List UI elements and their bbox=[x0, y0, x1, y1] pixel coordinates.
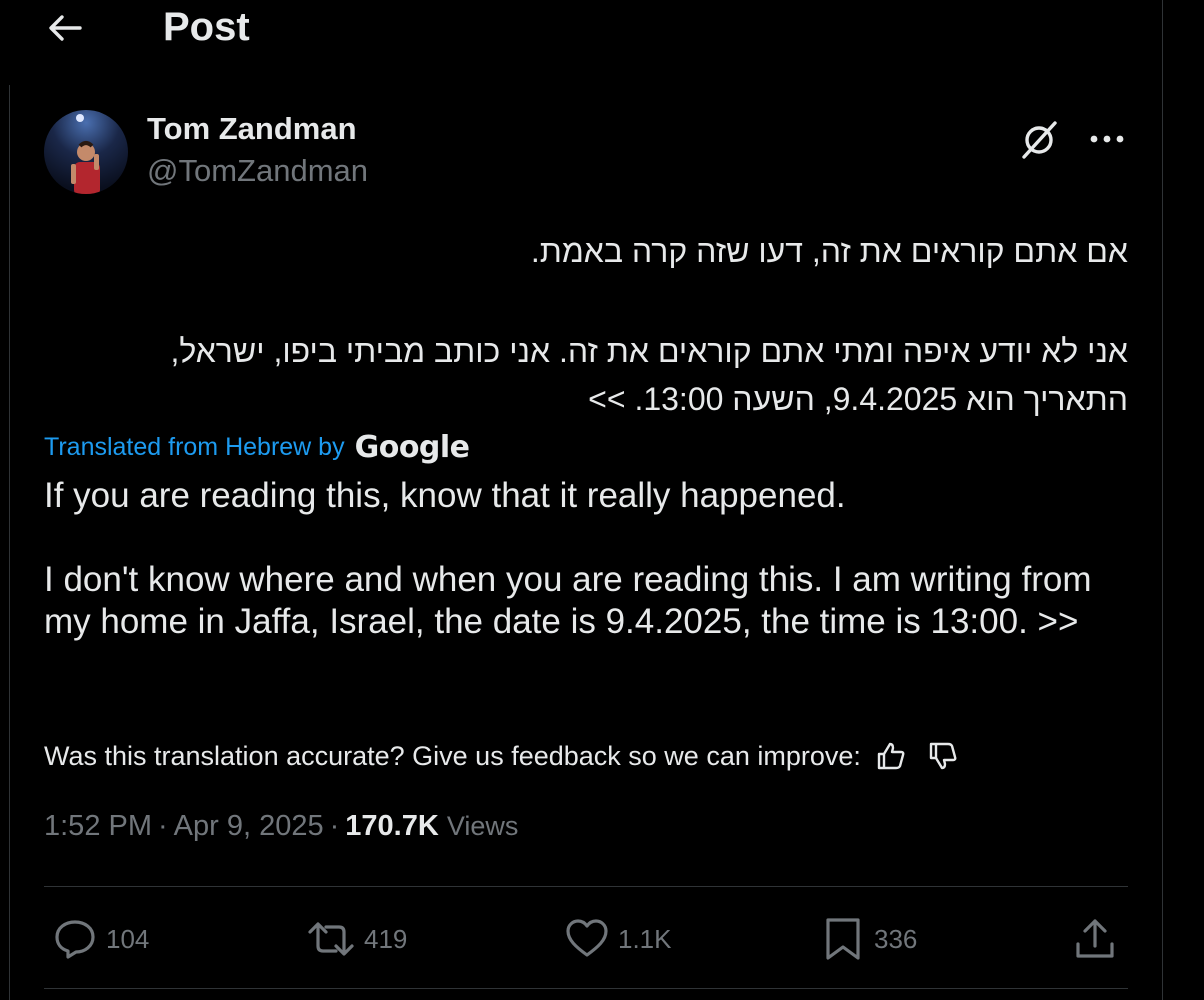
author-name[interactable]: Tom Zandman bbox=[147, 111, 357, 147]
grok-icon[interactable] bbox=[1016, 116, 1062, 162]
post-metadata: 1:52 PM · Apr 9, 2025 · 170.7K Views bbox=[44, 810, 518, 843]
share-icon bbox=[1076, 919, 1114, 958]
divider bbox=[44, 886, 1128, 887]
feedback-prompt: Was this translation accurate? Give us f… bbox=[44, 740, 861, 771]
repost-icon bbox=[308, 922, 354, 956]
repost-count: 419 bbox=[364, 923, 408, 954]
back-button[interactable] bbox=[42, 8, 88, 48]
translated-paragraph: I don't know where and when you are read… bbox=[44, 560, 1092, 641]
views-label: Views bbox=[446, 811, 519, 841]
thumbs-up-button[interactable] bbox=[869, 736, 913, 776]
hebrew-line: אני לא יודע איפה ומתי אתם קוראים את זה. … bbox=[170, 333, 1128, 369]
thumbs-down-icon bbox=[929, 742, 957, 770]
more-options-icon[interactable] bbox=[1084, 116, 1130, 162]
meta-separator: · bbox=[158, 810, 168, 842]
like-button[interactable]: 1.1K bbox=[564, 914, 672, 964]
author-handle[interactable]: @TomZandman bbox=[147, 153, 368, 189]
post-header: Post bbox=[0, 0, 1162, 62]
post-time[interactable]: 1:52 PM bbox=[44, 810, 152, 843]
bookmark-count: 336 bbox=[874, 923, 918, 954]
post-date[interactable]: Apr 9, 2025 bbox=[174, 810, 324, 843]
bookmark-button[interactable]: 336 bbox=[820, 914, 917, 964]
translation-feedback: Was this translation accurate? Give us f… bbox=[44, 736, 965, 776]
hebrew-line: התאריך הוא 9.4.2025, השעה 13:00. >> bbox=[588, 381, 1128, 417]
post-actions-bar: 104 419 1.1K 336 bbox=[44, 902, 1128, 978]
column-border-left bbox=[9, 85, 10, 1000]
repost-button[interactable]: 419 bbox=[306, 914, 407, 964]
page-title: Post bbox=[163, 5, 250, 49]
post-original-text: אם אתם קוראים את זה, דעו שזה קרה באמת. א… bbox=[44, 227, 1128, 423]
translation-label[interactable]: Translated from Hebrew by bbox=[44, 433, 345, 462]
like-count: 1.1K bbox=[618, 923, 672, 954]
google-logo: Google bbox=[354, 430, 470, 465]
meta-separator: · bbox=[329, 810, 340, 842]
translation-attribution: Translated from Hebrew by Google bbox=[44, 430, 470, 465]
thumbs-down-button[interactable] bbox=[921, 736, 965, 776]
post-translated-text: If you are reading this, know that it re… bbox=[44, 475, 1128, 643]
heart-icon bbox=[566, 919, 608, 957]
views-count: 170.7K bbox=[345, 810, 439, 842]
reply-button[interactable]: 104 bbox=[52, 914, 149, 964]
post-page: Post Tom Zandman @TomZandman אם אתם קורא… bbox=[0, 0, 1204, 1000]
translated-paragraph: If you are reading this, know that it re… bbox=[44, 476, 846, 515]
reply-count: 104 bbox=[106, 923, 150, 954]
arrow-left-icon bbox=[49, 15, 82, 41]
divider bbox=[44, 988, 1128, 989]
reply-icon bbox=[55, 920, 95, 959]
share-button[interactable] bbox=[1072, 914, 1126, 964]
bookmark-icon bbox=[826, 918, 860, 960]
hebrew-line: אם אתם קוראים את זה, דעו שזה קרה באמת. bbox=[530, 233, 1128, 269]
avatar[interactable] bbox=[44, 110, 128, 194]
thumbs-up-icon bbox=[877, 742, 905, 770]
column-border-right bbox=[1162, 0, 1163, 1000]
